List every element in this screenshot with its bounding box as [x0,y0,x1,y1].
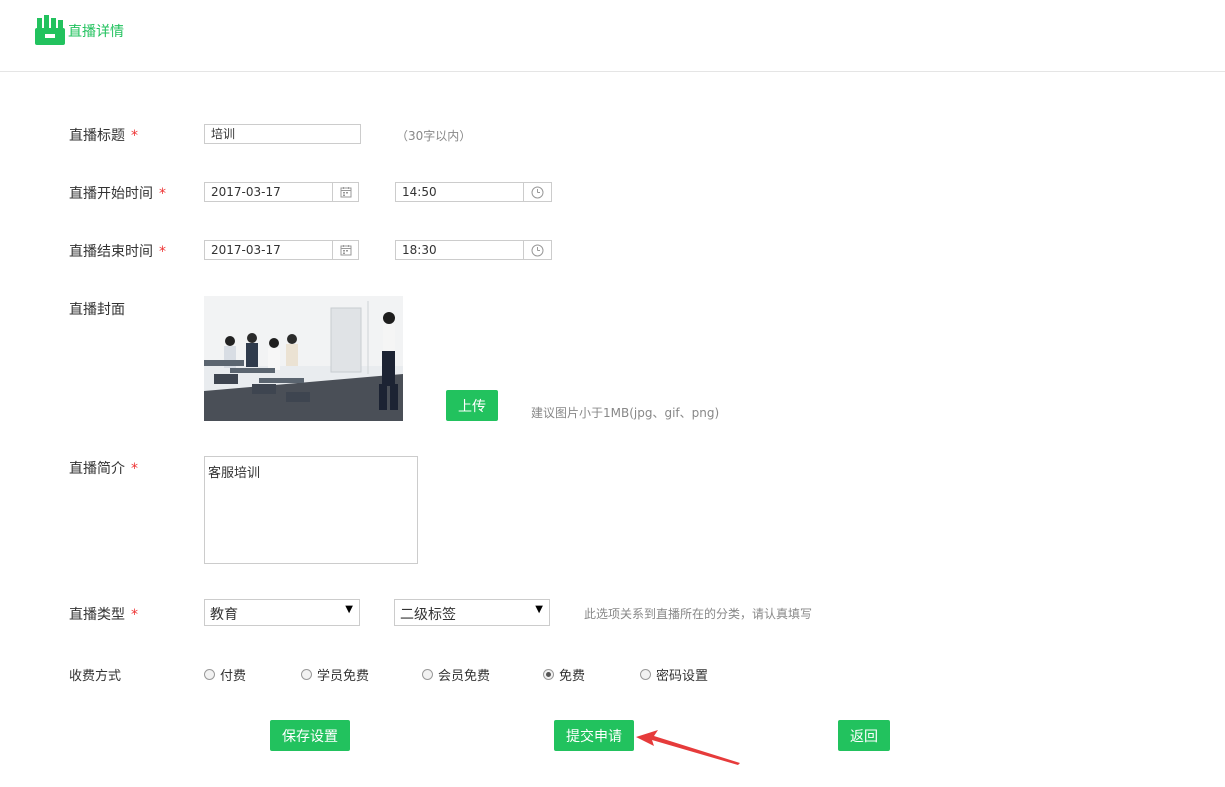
dropdown-arrow-icon: ▼ [345,604,353,615]
save-settings-button[interactable]: 保存设置 [270,720,350,751]
end-time-input[interactable]: 18:30 [395,240,524,260]
radio-button[interactable] [301,669,312,680]
live-title-label: 直播标题 * [69,128,138,144]
fee-option-password[interactable]: 密码设置 [640,665,708,684]
start-date-input[interactable]: 2017-03-17 [204,182,333,202]
required-mark: * [131,128,138,144]
type-label: 直播类型 * [69,607,138,623]
required-mark: * [159,244,166,260]
required-mark: * [159,186,166,202]
primary-category-select[interactable]: 教育 ▼ [204,599,360,626]
red-arrow-annotation [636,730,740,765]
category-hint: 此选项关系到直播所在的分类，请认真填写 [584,607,813,621]
secondary-tag-value: 二级标签 [400,607,456,623]
radio-button-checked[interactable] [543,669,554,680]
end-time-label: 直播结束时间 * [69,244,166,260]
primary-category-value: 教育 [210,607,238,623]
secondary-tag-select[interactable]: 二级标签 ▼ [394,599,550,626]
radio-button[interactable] [204,669,215,680]
required-mark: * [131,607,138,623]
fee-option-student-free[interactable]: 学员免费 [301,665,369,684]
start-time-input[interactable]: 14:50 [395,182,524,202]
radio-button[interactable] [640,669,651,680]
cover-label: 直播封面 [69,302,125,318]
calendar-icon[interactable] [332,240,359,260]
fee-option-paid[interactable]: 付费 [204,665,246,684]
store-logo-icon [35,15,65,45]
cover-image [204,296,403,421]
clock-icon[interactable] [523,182,552,202]
live-title-input[interactable]: 培训 [204,124,361,144]
fee-label: 收费方式 [69,669,122,684]
calendar-icon[interactable] [332,182,359,202]
upload-button[interactable]: 上传 [446,390,498,421]
back-button[interactable]: 返回 [838,720,890,751]
start-time-label: 直播开始时间 * [69,186,166,202]
end-date-input[interactable]: 2017-03-17 [204,240,333,260]
page-title: 直播详情 [68,24,124,40]
page-header: 直播详情 [0,0,1225,72]
clock-icon[interactable] [523,240,552,260]
fee-option-member-free[interactable]: 会员免费 [422,665,490,684]
required-mark: * [131,461,138,477]
title-length-hint: （30字以内） [396,129,472,143]
radio-button[interactable] [422,669,433,680]
dropdown-arrow-icon: ▼ [535,604,543,615]
upload-hint: 建议图片小于1MB(jpg、gif、png) [531,406,720,420]
intro-textarea[interactable]: 客服培训 [204,456,418,564]
fee-option-free[interactable]: 免费 [543,665,585,684]
intro-label: 直播简介 * [69,461,138,477]
submit-application-button[interactable]: 提交申请 [554,720,634,751]
